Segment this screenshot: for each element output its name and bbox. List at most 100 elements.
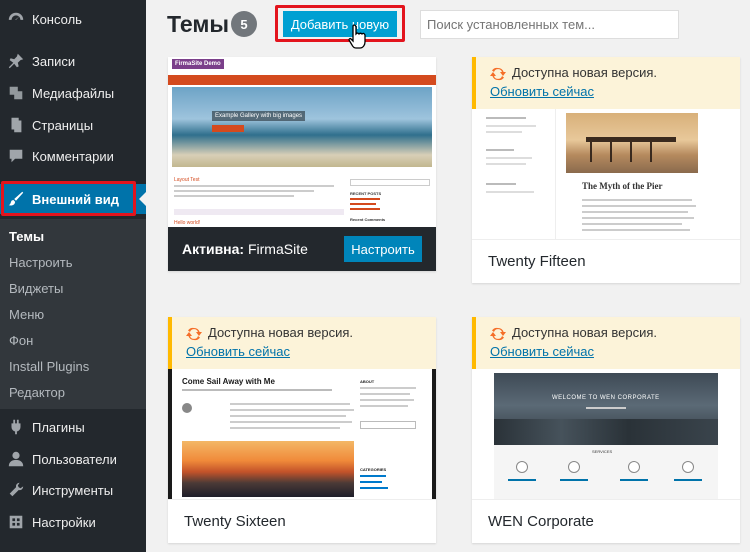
- shot-pier-post: [630, 142, 632, 162]
- update-now-link[interactable]: Обновить сейчас: [490, 344, 594, 359]
- update-notice-text: Доступна новая версия.: [512, 65, 658, 80]
- shot-text-line: [486, 131, 522, 133]
- media-icon: [6, 83, 26, 103]
- theme-screenshot: WELCOME TO WEN CORPORATE SERVICES: [472, 369, 740, 499]
- menu-item-settings[interactable]: Настройки: [0, 507, 146, 537]
- dashboard-icon: [6, 9, 26, 29]
- update-now-link[interactable]: Обновить сейчас: [490, 84, 594, 99]
- shot-link-line: [674, 479, 702, 481]
- shot-city-hero: WELCOME TO WEN CORPORATE: [494, 373, 718, 445]
- menu-item-plugins[interactable]: Плагины: [0, 412, 146, 442]
- wrench-icon: [6, 480, 26, 500]
- menu-label: Плагины: [32, 419, 85, 435]
- shot-pier-image: [566, 113, 698, 173]
- comment-icon: [6, 146, 26, 166]
- shot-hero-title: WELCOME TO WEN CORPORATE: [552, 395, 660, 401]
- shot-text-line: [486, 117, 526, 119]
- active-theme-footer: Активна: FirmaSite Настроить: [168, 227, 436, 271]
- highlight-frame: [1, 181, 136, 216]
- shot-text-line: [486, 125, 536, 127]
- hand-cursor-icon: [348, 24, 366, 49]
- shot-topbar: FirmaSite Demo: [168, 57, 436, 75]
- customize-button[interactable]: Настроить: [344, 236, 422, 262]
- shot-post-title: The Myth of the Pier: [582, 181, 663, 191]
- theme-card-twenty-sixteen[interactable]: Доступна новая версия. Обновить сейчас C…: [168, 317, 436, 543]
- user-icon: [6, 449, 26, 469]
- shot-text-line: [182, 389, 332, 391]
- settings-icon: [6, 512, 26, 532]
- shot-text-line: [174, 195, 294, 197]
- update-now-link[interactable]: Обновить сейчас: [186, 344, 290, 359]
- submenu-background[interactable]: Фон: [9, 333, 33, 348]
- submenu-customize[interactable]: Настроить: [9, 255, 73, 270]
- menu-label: Инструменты: [32, 482, 114, 498]
- shot-search-box: [360, 421, 416, 429]
- menu-item-users[interactable]: Пользователи: [0, 444, 146, 474]
- shot-avatar: [182, 403, 192, 413]
- shot-text-line: [582, 229, 690, 231]
- shot-border: [168, 369, 172, 499]
- appearance-submenu: Темы Настроить Виджеты Меню Фон Install …: [0, 219, 146, 409]
- shot-services: SERVICES: [494, 445, 718, 499]
- theme-count-badge: 5: [231, 11, 257, 37]
- shot-text-line: [582, 199, 692, 201]
- shot-services-title: SERVICES: [592, 449, 613, 454]
- shot-sunset-image: [182, 441, 354, 497]
- shot-text-line: [486, 157, 532, 159]
- shot-service-icon: [568, 461, 580, 473]
- menu-item-pages[interactable]: Страницы: [0, 110, 146, 140]
- menu-item-media[interactable]: Медиафайлы: [0, 78, 146, 108]
- shot-sidebar: [472, 109, 556, 239]
- update-icon: [186, 327, 202, 341]
- theme-card-wen-corporate[interactable]: Доступна новая версия. Обновить сейчас W…: [472, 317, 740, 543]
- shot-text-line: [360, 405, 408, 407]
- shot-link-line: [508, 479, 536, 481]
- shot-post-title: Come Sail Away with Me: [182, 377, 275, 386]
- shot-text-line: [174, 190, 314, 192]
- menu-item-dashboard[interactable]: Консоль: [0, 4, 146, 34]
- shot-text-line: [582, 205, 696, 207]
- theme-card-firmasite[interactable]: FirmaSite Demo Example Gallery with big …: [168, 57, 436, 271]
- update-notice: Доступна новая версия. Обновить сейчас: [168, 317, 436, 369]
- shot-text-line: [230, 427, 340, 429]
- theme-name: Twenty Fifteen: [488, 253, 586, 270]
- submenu-install-plugins[interactable]: Install Plugins: [9, 359, 89, 374]
- shot-text-line: [360, 387, 416, 389]
- add-new-theme-button[interactable]: Добавить новую: [283, 11, 397, 37]
- menu-label: Настройки: [32, 514, 96, 530]
- submenu-editor[interactable]: Редактор: [9, 385, 65, 400]
- shot-text-line: [360, 393, 410, 395]
- shot-text-line: [486, 191, 534, 193]
- shot-service-icon: [516, 461, 528, 473]
- shot-hero-button: [212, 125, 244, 132]
- update-notice-text: Доступна новая версия.: [512, 325, 658, 340]
- menu-label: Пользователи: [32, 451, 117, 467]
- shot-post-title: Layout Test: [174, 177, 200, 183]
- shot-link-line: [560, 479, 588, 481]
- shot-search-box: [350, 179, 430, 186]
- menu-item-posts[interactable]: Записи: [0, 46, 146, 76]
- shot-link-line: [350, 198, 380, 200]
- shot-text-line: [582, 223, 682, 225]
- theme-card-twenty-fifteen[interactable]: The Myth of the Pier Доступна новая верс…: [472, 57, 740, 283]
- shot-about-title: ABOUT: [360, 379, 375, 384]
- menu-label: Страницы: [32, 117, 94, 133]
- shot-text-line: [486, 149, 514, 151]
- submenu-widgets[interactable]: Виджеты: [9, 281, 63, 296]
- search-installed-themes-input[interactable]: [420, 10, 679, 39]
- shot-widget-title: RECENT POSTS: [350, 191, 382, 196]
- submenu-menus[interactable]: Меню: [9, 307, 44, 322]
- menu-item-comments[interactable]: Комментарии: [0, 141, 146, 171]
- shot-text-line: [230, 409, 354, 411]
- theme-footer: Twenty Fifteen: [472, 239, 740, 283]
- theme-footer: WEN Corporate: [472, 499, 740, 543]
- update-notice-text: Доступна новая версия.: [208, 325, 354, 340]
- shot-meta-bar: [174, 209, 344, 215]
- shot-service-icon: [682, 461, 694, 473]
- submenu-themes[interactable]: Темы: [9, 229, 44, 244]
- shot-navbar: [168, 75, 436, 85]
- shot-hero-caption: Example Gallery with big images: [212, 111, 306, 121]
- menu-item-tools[interactable]: Инструменты: [0, 475, 146, 505]
- shot-text-line: [230, 403, 350, 405]
- active-theme-label: Активна: FirmaSite: [182, 241, 308, 257]
